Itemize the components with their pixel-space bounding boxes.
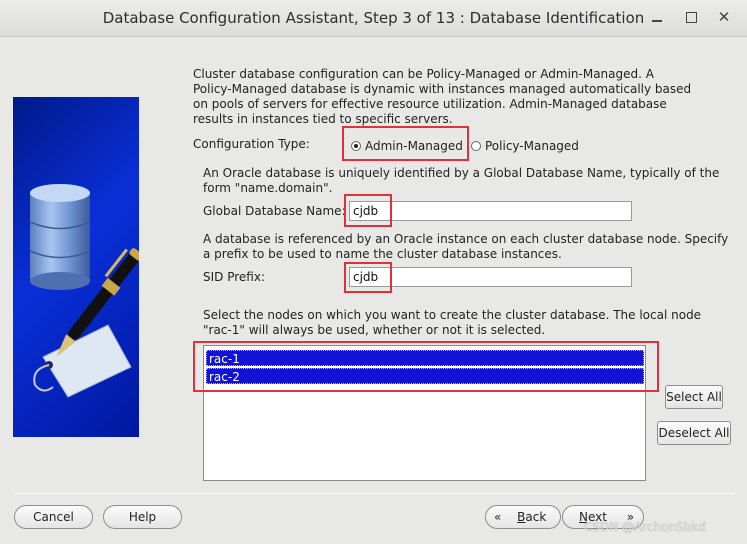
watermark: CSDN @ArchonSbkd <box>584 520 706 534</box>
radio-admin-managed-label: Admin-Managed <box>365 139 463 153</box>
window-title: Database Configuration Assistant, Step 3… <box>102 9 645 27</box>
radio-selected-icon[interactable] <box>351 141 361 151</box>
database-pen-illustration <box>29 184 139 398</box>
nodes-list[interactable]: rac-1 rac-2 <box>203 345 646 481</box>
radio-policy-managed[interactable]: Policy-Managed <box>471 138 579 154</box>
maximize-icon[interactable] <box>682 8 700 26</box>
global-db-name-label: Global Database Name: <box>203 204 346 218</box>
list-item[interactable]: rac-1 <box>206 350 644 366</box>
select-all-button[interactable]: Select All <box>665 385 723 409</box>
radio-admin-managed[interactable]: Admin-Managed <box>351 138 463 154</box>
title-bar: Database Configuration Assistant, Step 3… <box>0 0 747 37</box>
back-button-label: Back <box>517 510 547 524</box>
back-button[interactable]: « Back <box>485 505 561 529</box>
global-db-name-input[interactable]: cjdb <box>349 201 632 221</box>
cancel-button[interactable]: Cancel <box>14 505 93 529</box>
nodes-description: Select the nodes on which you want to cr… <box>203 308 702 337</box>
wizard-banner-image <box>13 97 139 437</box>
sid-description: A database is referenced by an Oracle in… <box>203 232 729 261</box>
minimize-icon[interactable] <box>648 8 666 26</box>
close-icon[interactable]: ✕ <box>715 8 733 26</box>
configuration-type-label: Configuration Type: <box>193 137 310 151</box>
radio-policy-managed-label: Policy-Managed <box>485 139 579 153</box>
intro-description: Cluster database configuration can be Po… <box>193 67 692 126</box>
radio-unselected-icon[interactable] <box>471 141 481 151</box>
list-item[interactable]: rac-2 <box>206 368 644 384</box>
deselect-all-button[interactable]: Deselect All <box>657 421 731 445</box>
chevron-left-icon: « <box>494 510 502 524</box>
footer-divider <box>13 493 735 494</box>
sid-prefix-input[interactable]: cjdb <box>349 267 632 287</box>
global-db-description: An Oracle database is uniquely identifie… <box>203 166 720 195</box>
help-button[interactable]: Help <box>103 505 182 529</box>
sid-prefix-label: SID Prefix: <box>203 270 265 284</box>
